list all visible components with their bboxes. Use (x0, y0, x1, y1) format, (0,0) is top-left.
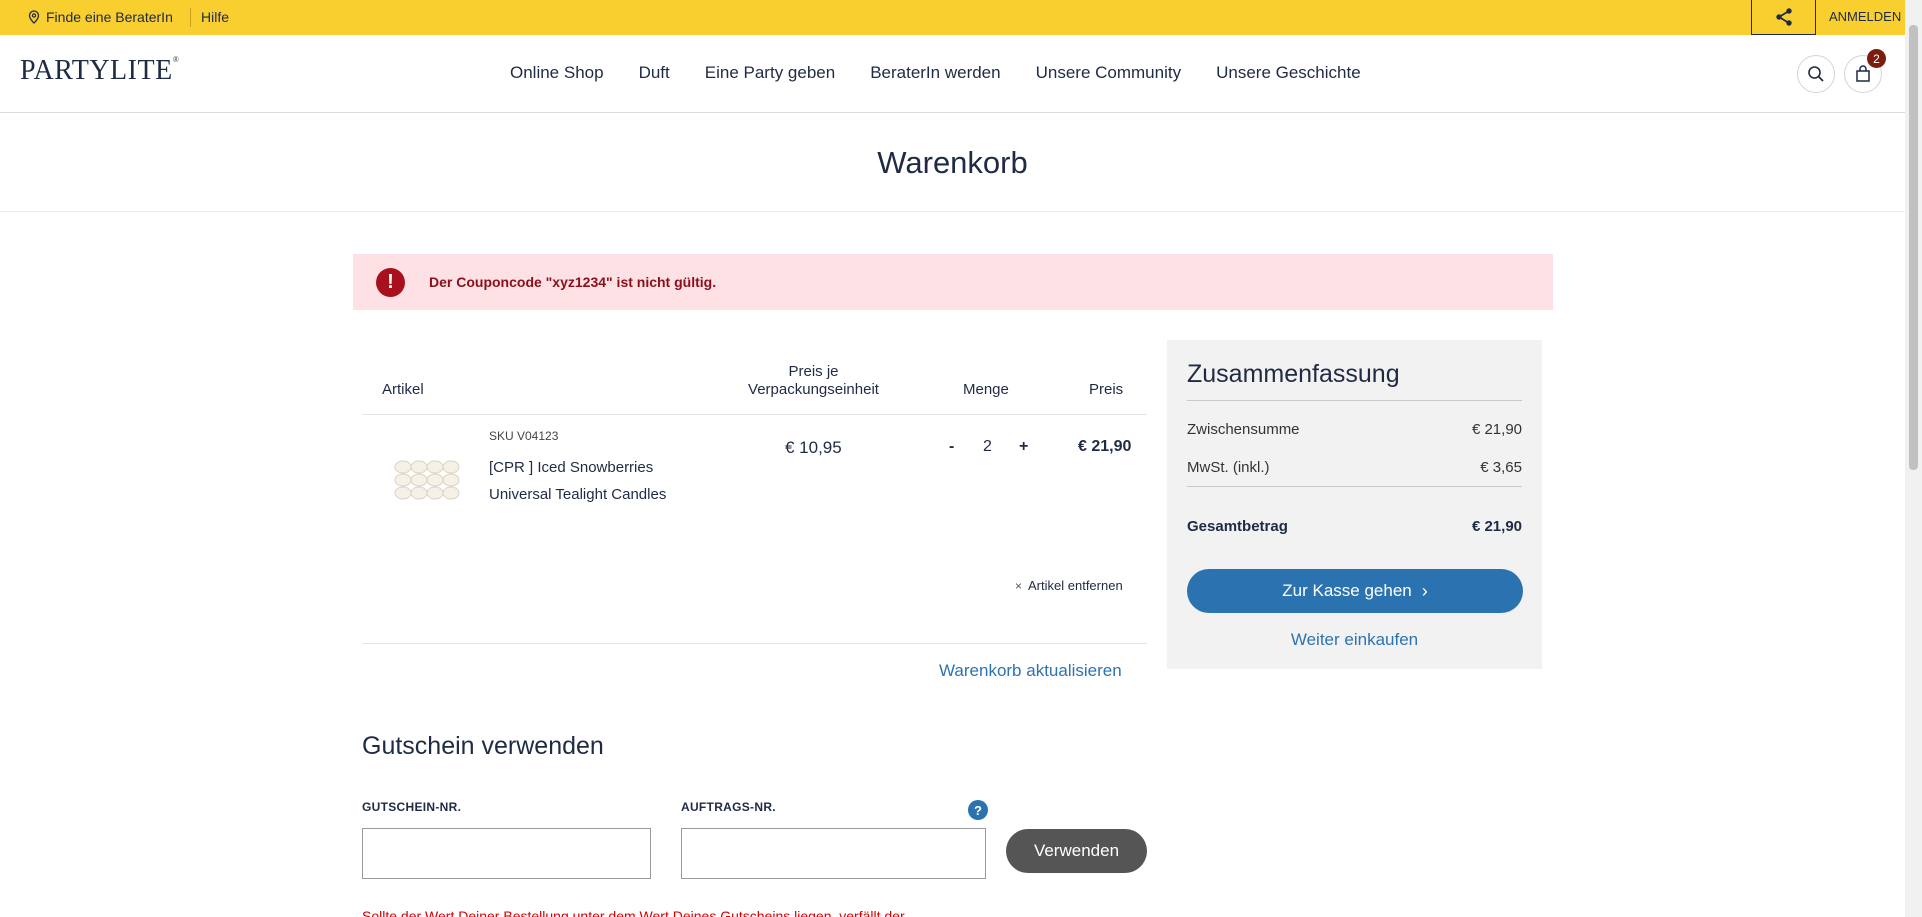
voucher-number-label: GUTSCHEIN-NR. (362, 800, 462, 814)
header-price: Preis (1089, 381, 1124, 398)
divider (362, 643, 1147, 644)
location-pin-icon (28, 10, 40, 24)
find-consultant-label: Finde eine BeraterIn (46, 9, 173, 25)
continue-shopping-link[interactable]: Weiter einkaufen (1167, 630, 1542, 650)
header-unit-price: Preis je Verpackungseinheit (748, 363, 879, 398)
remove-item-label: Artikel entfernen (1028, 578, 1123, 593)
main-nav: Online Shop Duft Eine Party geben Berate… (510, 63, 1396, 83)
update-cart-link[interactable]: Warenkorb aktualisieren (939, 661, 1122, 681)
quantity-decrease-button[interactable]: - (949, 438, 954, 456)
order-summary: Zusammenfassung Zwischensumme € 21,90 Mw… (1167, 340, 1542, 669)
search-icon (1808, 66, 1824, 82)
divider (1187, 486, 1522, 487)
apply-coupon-button[interactable]: Verwenden (1006, 829, 1147, 873)
help-icon[interactable]: ? (968, 800, 988, 820)
coupon-section-title: Gutschein verwenden (362, 732, 604, 760)
product-name-link[interactable]: [CPR ] Iced Snowberries Universal Tealig… (489, 454, 709, 508)
nav-online-shop[interactable]: Online Shop (510, 63, 604, 83)
page-title: Warenkorb (877, 145, 1028, 180)
header-quantity: Menge (963, 381, 1009, 398)
subtotal-value: € 21,90 (1471, 421, 1522, 438)
vat-value: € 3,65 (1480, 459, 1522, 476)
quantity-increase-button[interactable]: + (1019, 438, 1028, 456)
scrollbar-thumb[interactable] (1909, 25, 1918, 470)
divider (362, 414, 1147, 415)
error-icon: ! (376, 267, 405, 297)
summary-title: Zusammenfassung (1187, 360, 1400, 388)
header-article: Artikel (382, 381, 424, 398)
logo-text: PARTYLITE (20, 55, 173, 86)
nav-unsere-geschichte[interactable]: Unsere Geschichte (1216, 63, 1361, 83)
share-icon (1775, 8, 1792, 26)
quantity-input[interactable]: 2 (983, 438, 992, 456)
login-link[interactable]: ANMELDEN (1829, 9, 1901, 24)
order-number-label: AUFTRAGS-NR. (681, 800, 776, 814)
product-line-total: € 21,90 (1078, 438, 1132, 455)
close-icon: × (1015, 579, 1023, 593)
checkout-button[interactable]: Zur Kasse gehen › (1187, 569, 1523, 613)
divider (190, 8, 191, 27)
vat-label: MwSt. (inkl.) (1187, 459, 1270, 476)
nav-beraterin-werden[interactable]: BeraterIn werden (870, 63, 1000, 83)
utility-bar: Finde eine BeraterIn Hilfe ANMELDEN (0, 0, 1905, 35)
error-alert: ! Der Couponcode "xyz1234" ist nicht gül… (353, 254, 1553, 310)
coupon-warning-text: Sollte der Wert Deiner Bestellung unter … (362, 908, 905, 917)
share-button[interactable] (1751, 0, 1816, 35)
partylite-logo[interactable]: PARTYLITE® (20, 55, 179, 87)
error-message: Der Couponcode "xyz1234" ist nicht gülti… (429, 274, 717, 290)
total-label: Gesamtbetrag (1187, 518, 1288, 535)
help-link[interactable]: Hilfe (201, 9, 229, 25)
logo-registered-mark: ® (172, 55, 180, 64)
total-value: € 21,90 (1471, 518, 1522, 535)
checkout-label: Zur Kasse gehen (1282, 581, 1412, 600)
product-unit-price: € 10,95 (785, 438, 842, 457)
order-number-input[interactable] (681, 828, 986, 879)
voucher-number-input[interactable] (362, 828, 651, 879)
shopping-bag-icon (1856, 65, 1870, 82)
nav-unsere-community[interactable]: Unsere Community (1036, 63, 1182, 83)
product-sku: SKU V04123 (489, 429, 559, 443)
remove-item-button[interactable]: × Artikel entfernen (1015, 578, 1123, 593)
search-button[interactable] (1797, 55, 1835, 93)
divider (1187, 400, 1522, 401)
site-header: PARTYLITE® Online Shop Duft Eine Party g… (0, 35, 1905, 113)
nav-duft[interactable]: Duft (639, 63, 670, 83)
page-scrollbar[interactable] (1905, 0, 1922, 917)
product-image[interactable] (393, 455, 461, 505)
cart-count-badge: 2 (1867, 49, 1886, 68)
find-consultant-link[interactable]: Finde eine BeraterIn (28, 9, 173, 25)
nav-eine-party-geben[interactable]: Eine Party geben (705, 63, 835, 83)
chevron-right-icon: › (1421, 580, 1428, 601)
subtotal-label: Zwischensumme (1187, 421, 1300, 438)
divider (0, 211, 1905, 212)
